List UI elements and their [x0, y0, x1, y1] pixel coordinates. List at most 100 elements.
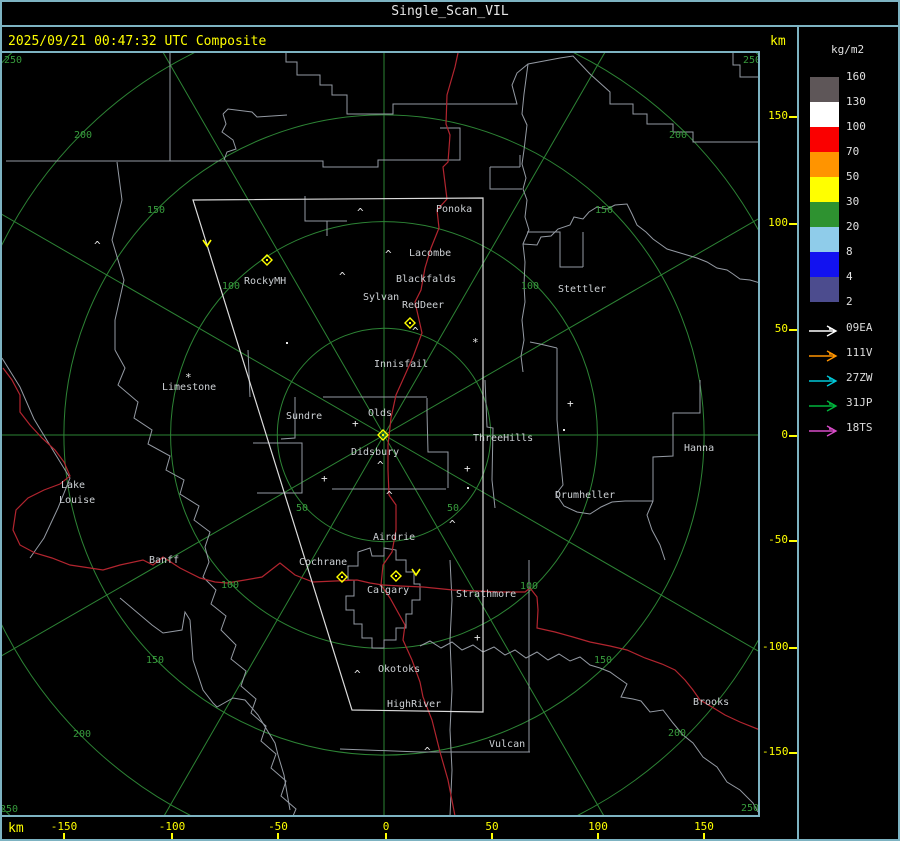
- star-marker-icon: *: [472, 336, 479, 349]
- bottom-axis-tick: [703, 833, 705, 839]
- right-axis-tick: [789, 435, 797, 437]
- right-axis-tick-label: -100: [762, 640, 789, 653]
- legend-panel: kg/m2 160 130 100 70 50 30 20 8 4 2 09EA 111V 27ZW 31…: [797, 27, 900, 839]
- bottom-axis-tick: [597, 833, 599, 839]
- range-ring-label: 100: [222, 281, 240, 292]
- track-arrow-icon: [808, 397, 840, 412]
- right-axis-tick: [789, 752, 797, 754]
- bottom-axis-tick-label: -50: [268, 820, 288, 833]
- range-ring-label: 200: [669, 130, 687, 141]
- city-label: Airdrie: [373, 532, 415, 543]
- range-ring-label: 150: [594, 655, 612, 666]
- right-axis-tick-label: 0: [781, 428, 788, 441]
- caret-marker-icon: ^: [412, 325, 419, 338]
- right-axis-unit-label: km: [770, 34, 786, 49]
- right-axis-tick: [789, 540, 797, 542]
- city-label: Olds: [368, 408, 392, 419]
- caret-marker-icon: ^: [424, 745, 431, 758]
- range-ring-label: 250: [741, 803, 758, 814]
- plus-marker-icon: +: [567, 397, 574, 410]
- legend-threshold-label: 30: [846, 195, 860, 208]
- bottom-axis-tick: [491, 833, 493, 839]
- city-label: Stettler: [558, 284, 606, 295]
- right-axis-tick: [789, 116, 797, 118]
- city-label: Sylvan: [363, 292, 399, 303]
- legend-color-swatch: [810, 277, 839, 302]
- track-arrow-icon: [808, 422, 840, 437]
- city-label: ThreeHills: [473, 433, 533, 444]
- legend-color-swatch: [810, 202, 839, 227]
- range-ring-label: 200: [73, 729, 91, 740]
- bottom-axis-tick: [63, 833, 65, 839]
- right-axis-tick-label: -150: [762, 745, 789, 758]
- radar-site-dot: [409, 322, 411, 324]
- legend-color-swatch: [810, 152, 839, 177]
- storm-vector-icon: [411, 568, 421, 577]
- right-axis-tick-label: -50: [768, 533, 788, 546]
- legend-color-swatch: [810, 102, 839, 127]
- dot-marker-icon: [563, 429, 565, 431]
- range-ring-label: 50: [296, 503, 308, 514]
- radar-site-dot: [395, 575, 397, 577]
- track-arrow-icon: [808, 347, 840, 362]
- legend-threshold-label: 2: [846, 295, 853, 308]
- city-label: RockyMH: [244, 276, 286, 287]
- track-id-label: 27ZW: [846, 371, 873, 384]
- plus-marker-icon: +: [474, 631, 481, 644]
- plus-marker-icon: +: [352, 417, 359, 430]
- caret-marker-icon: ^: [385, 248, 392, 261]
- bottom-axis-unit-label: km: [8, 821, 24, 836]
- city-label: Hanna: [684, 443, 714, 454]
- legend-color-swatch: [810, 227, 839, 252]
- caret-marker-icon: ^: [377, 459, 384, 472]
- legend-color-swatch: [810, 252, 839, 277]
- right-axis-tick-label: 150: [768, 109, 788, 122]
- track-id-label: 09EA: [846, 321, 873, 334]
- range-rings-layer: [0, 0, 900, 841]
- track-id-label: 111V: [846, 346, 873, 359]
- bottom-axis-tick: [277, 833, 279, 839]
- legend-threshold-label: 4: [846, 270, 853, 283]
- caret-marker-icon: ^: [354, 668, 361, 681]
- legend-threshold-label: 160: [846, 70, 866, 83]
- bottom-axis-tick-label: 150: [694, 820, 714, 833]
- track-id-label: 18TS: [846, 421, 873, 434]
- caret-marker-icon: ^: [449, 518, 456, 531]
- city-label: Vulcan: [489, 739, 525, 750]
- right-axis-tick-label: 100: [768, 216, 788, 229]
- window-border-top: [0, 0, 900, 2]
- star-marker-icon: *: [185, 371, 192, 384]
- bottom-axis-tick-label: 0: [382, 820, 390, 833]
- caret-marker-icon: ^: [386, 489, 393, 502]
- radar-map-canvas[interactable]: 2502001501002502001501005010015020025050…: [0, 0, 900, 841]
- caret-marker-icon: ^: [94, 239, 101, 252]
- azimuth-radial: [0, 212, 900, 734]
- city-label: Okotoks: [378, 664, 420, 675]
- city-label: Cochrane: [299, 557, 347, 568]
- bottom-axis-tick: [385, 833, 387, 839]
- city-label: Didsbury: [351, 447, 399, 458]
- titlebar-divider: [0, 25, 900, 27]
- range-ring: [0, 0, 900, 841]
- city-label: Lake: [61, 480, 85, 491]
- legend-threshold-label: 8: [846, 245, 853, 258]
- range-ring-label: 150: [147, 205, 165, 216]
- right-axis-tick: [789, 647, 797, 649]
- track-arrow-icon: [808, 372, 840, 387]
- range-ring-label: 50: [447, 503, 459, 514]
- legend-threshold-label: 50: [846, 170, 860, 183]
- city-label: RedDeer: [402, 300, 444, 311]
- range-ring-label: 200: [668, 728, 686, 739]
- range-ring-label: 100: [221, 580, 239, 591]
- range-ring-label: 100: [520, 581, 538, 592]
- bottom-axis-tick-label: 100: [588, 820, 608, 833]
- bottom-axis-tick: [171, 833, 173, 839]
- radar-app-window: Single_Scan_VIL 2025/09/21 00:47:32 UTC …: [0, 0, 900, 841]
- radar-site-dot: [382, 434, 384, 436]
- city-label: Blackfalds: [396, 274, 456, 285]
- legend-color-swatch: [810, 77, 839, 102]
- bottom-axis-tick-label: 50: [485, 820, 499, 833]
- legend-threshold-label: 130: [846, 95, 866, 108]
- legend-threshold-label: 70: [846, 145, 860, 158]
- range-ring-label: 150: [595, 205, 613, 216]
